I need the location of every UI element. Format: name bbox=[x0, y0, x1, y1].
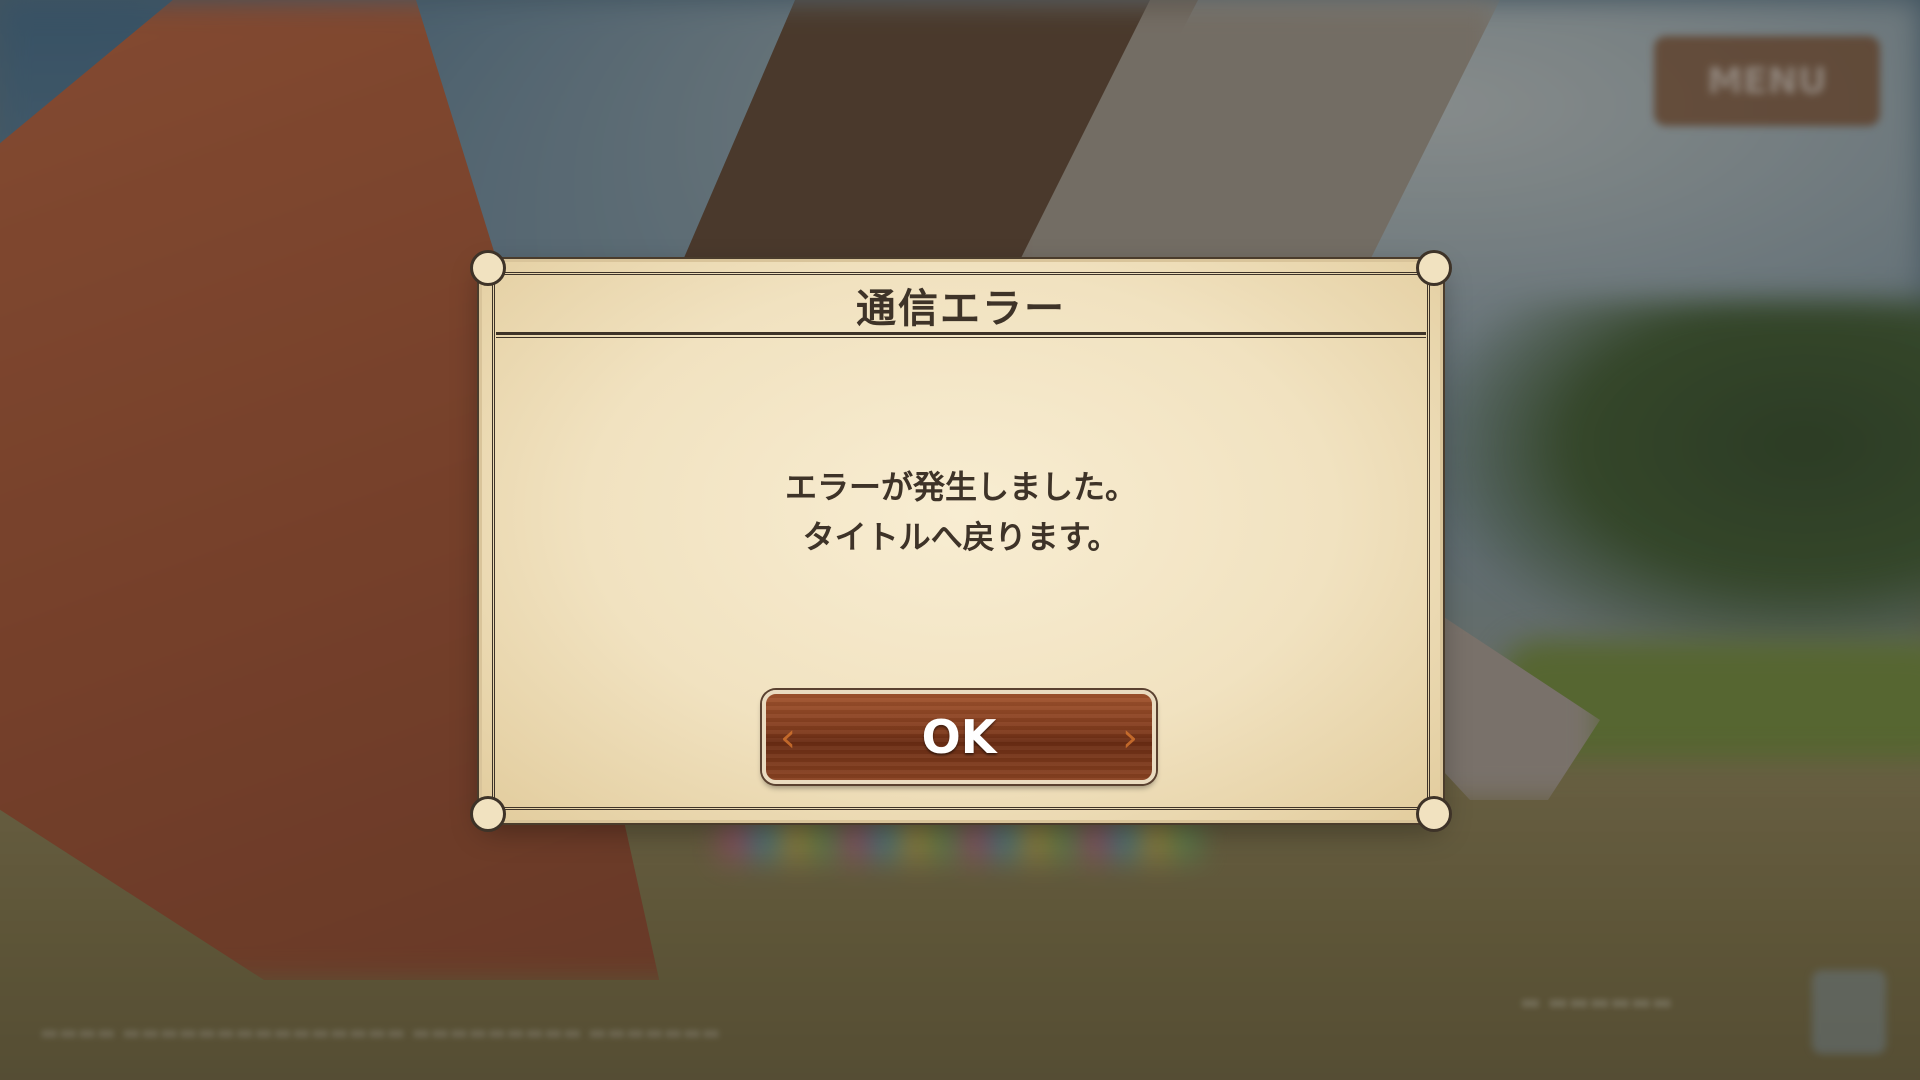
game-screen: MENU ▬▬▬▬ ▬▬▬▬▬▬▬▬▬▬▬▬▬▬▬ ▬▬▬▬▬▬▬▬▬ ▬▬▬▬… bbox=[0, 0, 1920, 1080]
dialog-message-line2: タイトルへ戻ります。 bbox=[802, 518, 1120, 556]
dialog-message-line1: エラーが発生しました。 bbox=[784, 468, 1137, 506]
chevron-left-icon: ‹ bbox=[780, 715, 796, 761]
dialog-message: エラーが発生しました。 タイトルへ戻ります。 bbox=[522, 462, 1400, 562]
dialog-corner-ornament bbox=[470, 796, 506, 832]
header-divider bbox=[496, 332, 1426, 338]
chevron-right-icon: › bbox=[1122, 715, 1138, 761]
dialog-header: 通信エラー bbox=[496, 276, 1426, 334]
ok-button[interactable]: ‹ OK › bbox=[762, 690, 1156, 784]
ok-button-label: OK bbox=[921, 710, 997, 764]
error-dialog: 通信エラー エラーが発生しました。 タイトルへ戻ります。 ‹ OK › bbox=[470, 250, 1452, 832]
dialog-title: 通信エラー bbox=[856, 286, 1066, 332]
dialog-corner-ornament bbox=[1416, 796, 1452, 832]
